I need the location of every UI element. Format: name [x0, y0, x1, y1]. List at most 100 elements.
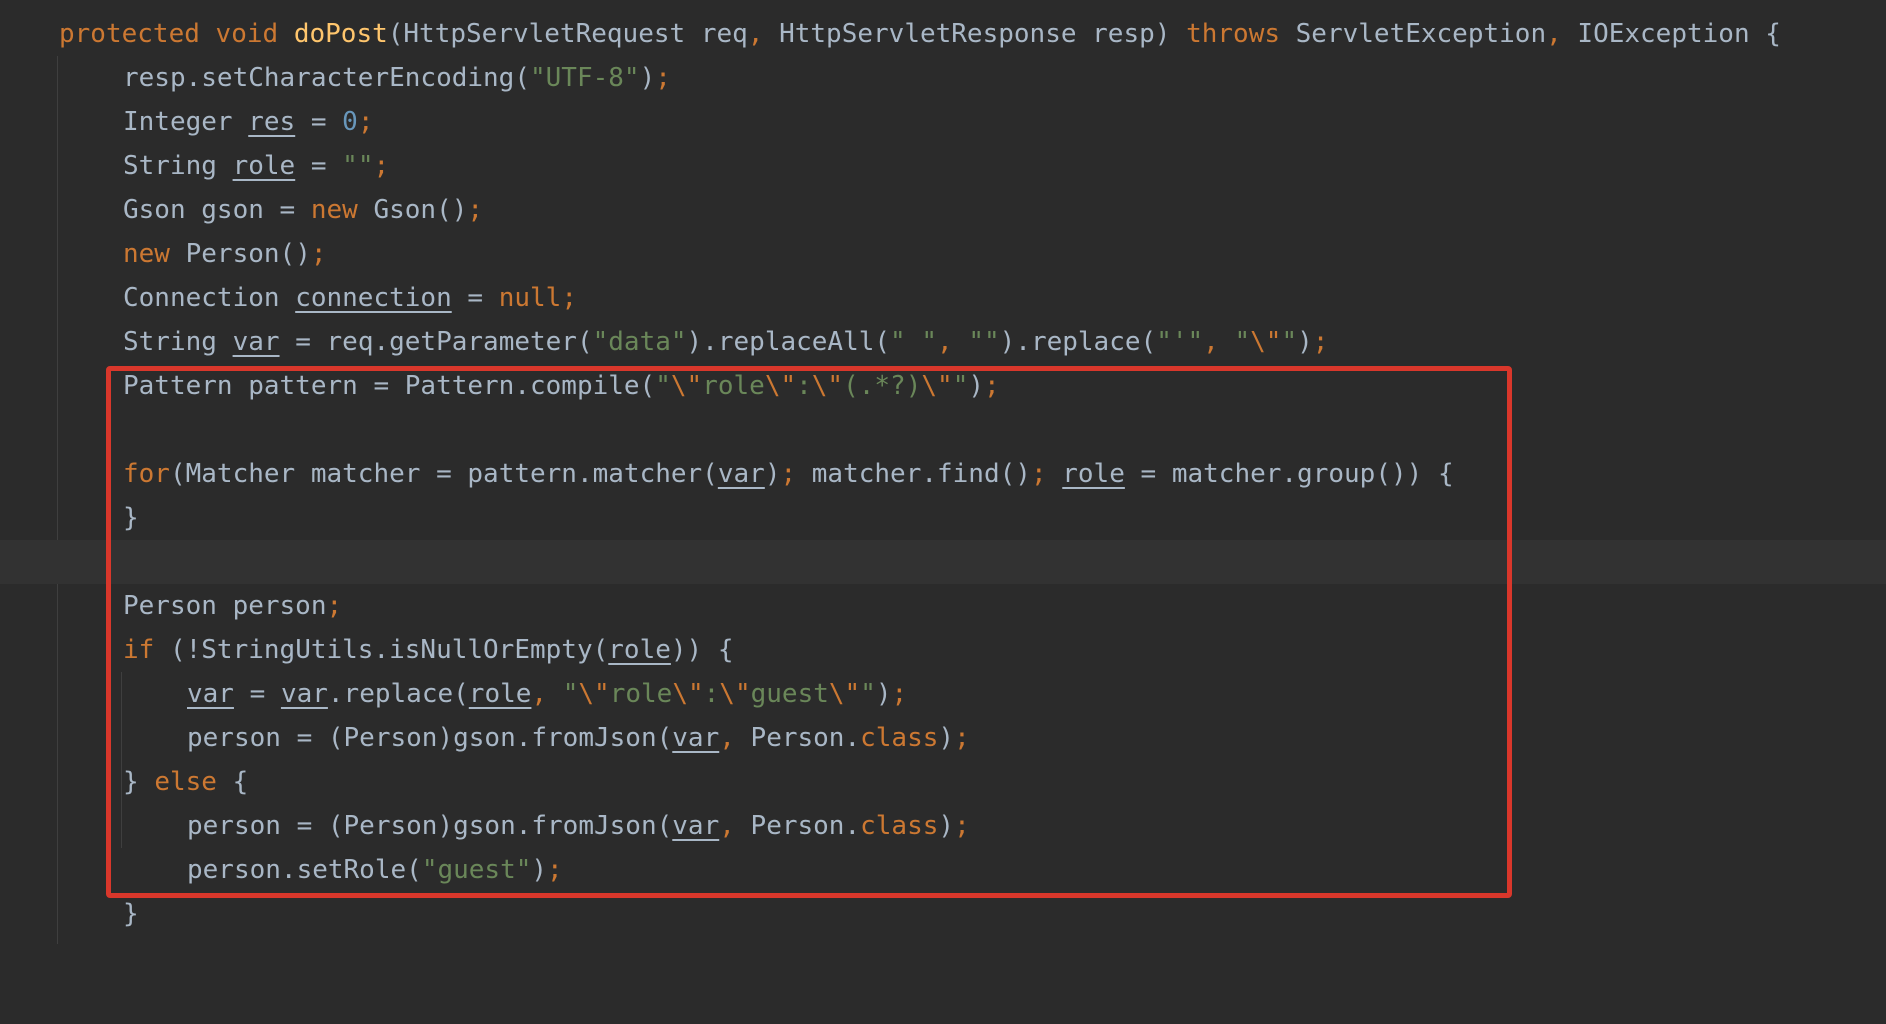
punctuation-token: ,	[719, 811, 735, 841]
code-token: resp.setCharacterEncoding(	[123, 63, 530, 93]
string-literal-token: "	[655, 371, 671, 401]
code-line-2[interactable]: resp.setCharacterEncoding("UTF-8");	[0, 56, 1886, 100]
punctuation-token: ;	[984, 371, 1000, 401]
variable-token: role	[608, 635, 671, 665]
code-token: )	[938, 811, 955, 841]
variable-token: role	[1062, 459, 1125, 489]
keyword-token: class	[860, 811, 939, 841]
code-line-12[interactable]: }	[0, 496, 1886, 540]
code-line-18[interactable]: } else {	[0, 760, 1886, 804]
code-token: = req.getParameter(	[279, 327, 593, 357]
code-line-6[interactable]: new Person();	[0, 232, 1886, 276]
code-token: Gson()	[357, 195, 468, 225]
keyword-token: throws	[1186, 19, 1280, 49]
code-line-19[interactable]: person = (Person)gson.fromJson(var, Pers…	[0, 804, 1886, 848]
code-token: }	[123, 767, 155, 797]
code-line-9[interactable]: Pattern pattern = Pattern.compile("\"rol…	[0, 364, 1886, 408]
code-line-4[interactable]: String role = "";	[0, 144, 1886, 188]
keyword-token: new	[310, 195, 358, 225]
string-literal-token: role	[702, 371, 765, 401]
string-literal-token: (.*?)	[843, 371, 922, 401]
code-line-8[interactable]: String var = req.getParameter("data").re…	[0, 320, 1886, 364]
code-token: =	[233, 679, 281, 709]
code-token: = matcher.group()) {	[1124, 459, 1454, 489]
code-line-16[interactable]: var = var.replace(role, "\"role\":\"gues…	[0, 672, 1886, 716]
escape-sequence-token: \"	[1250, 327, 1282, 357]
escape-sequence-token: \"	[764, 371, 797, 401]
string-literal-token: ""	[342, 151, 374, 181]
code-line-1[interactable]: protected void doPost(HttpServletRequest…	[0, 12, 1886, 56]
code-line-10[interactable]	[0, 408, 1886, 452]
code-token: )	[938, 723, 955, 753]
code-token: String	[123, 151, 233, 181]
code-token: (!StringUtils.isNullOrEmpty(	[154, 635, 609, 665]
code-line-7[interactable]: Connection connection = null;	[0, 276, 1886, 320]
code-line-17[interactable]: person = (Person)gson.fromJson(var, Pers…	[0, 716, 1886, 760]
punctuation-token: ,	[531, 679, 548, 709]
string-literal-token: guest	[750, 679, 829, 709]
punctuation-token: ;	[357, 107, 374, 137]
code-token: )	[531, 855, 548, 885]
code-line-15[interactable]: if (!StringUtils.isNullOrEmpty(role)) {	[0, 628, 1886, 672]
string-literal-token: " "	[890, 327, 938, 357]
code-token: (Matcher matcher = pattern.matcher(	[169, 459, 718, 489]
code-token: person = (Person)gson.fromJson(	[187, 723, 673, 753]
keyword-token: class	[860, 723, 939, 753]
code-token: =	[295, 151, 343, 181]
code-token: )	[875, 679, 892, 709]
punctuation-token: ,	[719, 723, 735, 753]
string-literal-token: "data"	[592, 327, 687, 357]
code-line-13-current[interactable]	[0, 540, 1886, 584]
escape-sequence-token: \"	[578, 679, 610, 709]
code-line-5[interactable]: Gson gson = new Gson();	[0, 188, 1886, 232]
punctuation-token: ,	[747, 19, 764, 49]
method-name-token: doPost	[293, 19, 388, 49]
keyword-token: else	[154, 767, 217, 797]
string-literal-token: ""	[968, 327, 1000, 357]
code-editor[interactable]: protected void doPost(HttpServletRequest…	[0, 0, 1886, 944]
code-token: HttpServletResponse resp)	[763, 19, 1187, 49]
string-literal-token: :	[703, 679, 720, 709]
variable-token: var	[717, 459, 765, 489]
code-token: )	[639, 63, 656, 93]
punctuation-token: ;	[1312, 327, 1329, 357]
code-line-14[interactable]: Person person;	[0, 584, 1886, 628]
string-literal-token: "	[562, 679, 579, 709]
punctuation-token: ;	[467, 195, 484, 225]
code-line-21[interactable]: }	[0, 892, 1886, 936]
string-literal-token: "	[860, 679, 876, 709]
escape-sequence-token: \"	[811, 371, 844, 401]
variable-token: var	[672, 811, 720, 841]
code-line-11[interactable]: for(Matcher matcher = pattern.matcher(va…	[0, 452, 1886, 496]
code-token: Person()	[169, 239, 311, 269]
string-literal-token: role	[609, 679, 673, 709]
code-token: IOException {	[1561, 19, 1781, 49]
string-literal-token: :	[796, 371, 812, 401]
code-token: Connection	[123, 283, 296, 313]
code-token: Pattern pattern = Pattern.compile(	[123, 371, 656, 401]
punctuation-token: ;	[547, 855, 563, 885]
escape-sequence-token: \"	[828, 679, 861, 709]
code-token: person.setRole(	[187, 855, 422, 885]
code-token: }	[123, 899, 139, 929]
keyword-token: if	[123, 635, 155, 665]
punctuation-token: ;	[326, 591, 343, 621]
punctuation-token: ;	[373, 151, 390, 181]
keyword-token: protected	[59, 19, 200, 49]
code-line-3[interactable]: Integer res = 0;	[0, 100, 1886, 144]
keyword-token: void	[215, 19, 279, 49]
escape-sequence-token: \"	[719, 679, 751, 709]
code-line-20[interactable]: person.setRole("guest");	[0, 848, 1886, 892]
number-literal-token: 0	[342, 107, 358, 137]
code-token: Integer	[123, 107, 249, 137]
punctuation-token: ;	[780, 459, 797, 489]
code-token: Gson gson =	[123, 195, 311, 225]
string-literal-token: "UTF-8"	[530, 63, 640, 93]
code-token: ).replaceAll(	[686, 327, 891, 357]
variable-token: res	[248, 107, 296, 137]
keyword-token: null	[498, 283, 562, 313]
